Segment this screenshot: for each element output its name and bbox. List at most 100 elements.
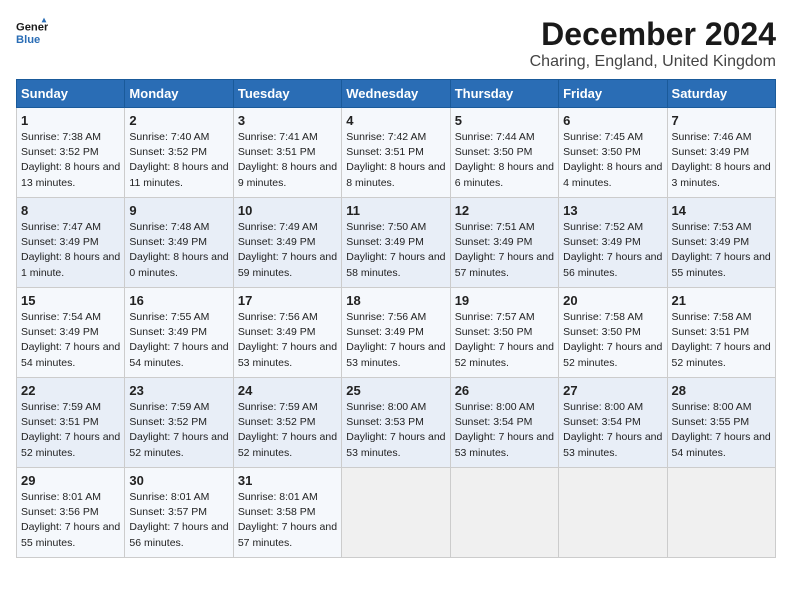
calendar-table: SundayMondayTuesdayWednesdayThursdayFrid… [16,79,776,558]
day-info: Sunrise: 7:55 AM Sunset: 3:49 PM Dayligh… [129,310,228,371]
day-number: 25 [346,383,445,398]
daylight-label: Daylight: 8 hours and 4 minutes. [563,161,662,188]
sunset-label: Sunset: 3:49 PM [346,326,424,338]
sunset-label: Sunset: 3:49 PM [563,236,641,248]
daylight-label: Daylight: 7 hours and 55 minutes. [672,251,771,278]
day-number: 30 [129,473,228,488]
svg-text:General: General [16,21,48,33]
sunrise-label: Sunrise: 7:44 AM [455,131,535,143]
calendar-cell: 14 Sunrise: 7:53 AM Sunset: 3:49 PM Dayl… [667,198,775,288]
sunrise-label: Sunrise: 7:42 AM [346,131,426,143]
daylight-label: Daylight: 7 hours and 53 minutes. [346,341,445,368]
day-info: Sunrise: 8:00 AM Sunset: 3:54 PM Dayligh… [455,400,554,461]
calendar-cell: 28 Sunrise: 8:00 AM Sunset: 3:55 PM Dayl… [667,378,775,468]
header-day-friday: Friday [559,80,667,108]
daylight-label: Daylight: 7 hours and 53 minutes. [455,431,554,458]
daylight-label: Daylight: 7 hours and 56 minutes. [129,521,228,548]
calendar-cell: 31 Sunrise: 8:01 AM Sunset: 3:58 PM Dayl… [233,468,341,558]
daylight-label: Daylight: 7 hours and 52 minutes. [455,341,554,368]
daylight-label: Daylight: 8 hours and 0 minutes. [129,251,228,278]
daylight-label: Daylight: 7 hours and 57 minutes. [455,251,554,278]
sunrise-label: Sunrise: 8:01 AM [21,491,101,503]
sunrise-label: Sunrise: 7:45 AM [563,131,643,143]
day-number: 5 [455,113,554,128]
day-info: Sunrise: 7:53 AM Sunset: 3:49 PM Dayligh… [672,220,771,281]
sunset-label: Sunset: 3:58 PM [238,506,316,518]
calendar-cell: 30 Sunrise: 8:01 AM Sunset: 3:57 PM Dayl… [125,468,233,558]
daylight-label: Daylight: 8 hours and 9 minutes. [238,161,337,188]
sunset-label: Sunset: 3:49 PM [238,326,316,338]
sunset-label: Sunset: 3:49 PM [129,236,207,248]
sunrise-label: Sunrise: 7:54 AM [21,311,101,323]
svg-text:Blue: Blue [16,34,40,46]
sunrise-label: Sunrise: 7:51 AM [455,221,535,233]
logo-icon: General Blue [16,16,48,48]
day-info: Sunrise: 8:01 AM Sunset: 3:56 PM Dayligh… [21,490,120,551]
month-title: December 2024 [530,16,776,53]
sunrise-label: Sunrise: 8:00 AM [672,401,752,413]
sunset-label: Sunset: 3:54 PM [455,416,533,428]
daylight-label: Daylight: 7 hours and 55 minutes. [21,521,120,548]
calendar-cell: 5 Sunrise: 7:44 AM Sunset: 3:50 PM Dayli… [450,108,558,198]
sunrise-label: Sunrise: 8:01 AM [129,491,209,503]
day-info: Sunrise: 7:54 AM Sunset: 3:49 PM Dayligh… [21,310,120,371]
calendar-cell: 8 Sunrise: 7:47 AM Sunset: 3:49 PM Dayli… [17,198,125,288]
day-info: Sunrise: 8:00 AM Sunset: 3:53 PM Dayligh… [346,400,445,461]
header-day-monday: Monday [125,80,233,108]
sunset-label: Sunset: 3:55 PM [672,416,750,428]
day-number: 19 [455,293,554,308]
sunrise-label: Sunrise: 7:58 AM [563,311,643,323]
sunset-label: Sunset: 3:49 PM [21,236,99,248]
day-number: 16 [129,293,228,308]
calendar-cell: 25 Sunrise: 8:00 AM Sunset: 3:53 PM Dayl… [342,378,450,468]
day-number: 22 [21,383,120,398]
day-info: Sunrise: 7:51 AM Sunset: 3:49 PM Dayligh… [455,220,554,281]
day-number: 15 [21,293,120,308]
daylight-label: Daylight: 7 hours and 54 minutes. [672,431,771,458]
calendar-cell: 24 Sunrise: 7:59 AM Sunset: 3:52 PM Dayl… [233,378,341,468]
calendar-cell: 19 Sunrise: 7:57 AM Sunset: 3:50 PM Dayl… [450,288,558,378]
day-info: Sunrise: 7:47 AM Sunset: 3:49 PM Dayligh… [21,220,120,281]
sunset-label: Sunset: 3:50 PM [455,326,533,338]
sunset-label: Sunset: 3:51 PM [238,146,316,158]
day-info: Sunrise: 8:00 AM Sunset: 3:55 PM Dayligh… [672,400,771,461]
logo: General Blue [16,16,48,48]
daylight-label: Daylight: 7 hours and 57 minutes. [238,521,337,548]
sunset-label: Sunset: 3:50 PM [563,146,641,158]
sunrise-label: Sunrise: 7:40 AM [129,131,209,143]
daylight-label: Daylight: 7 hours and 53 minutes. [238,341,337,368]
header-day-thursday: Thursday [450,80,558,108]
day-number: 10 [238,203,337,218]
day-number: 28 [672,383,771,398]
location-title: Charing, England, United Kingdom [530,53,776,71]
sunset-label: Sunset: 3:49 PM [455,236,533,248]
daylight-label: Daylight: 8 hours and 13 minutes. [21,161,120,188]
daylight-label: Daylight: 7 hours and 56 minutes. [563,251,662,278]
day-info: Sunrise: 7:44 AM Sunset: 3:50 PM Dayligh… [455,130,554,191]
day-number: 26 [455,383,554,398]
day-info: Sunrise: 7:38 AM Sunset: 3:52 PM Dayligh… [21,130,120,191]
sunrise-label: Sunrise: 7:59 AM [129,401,209,413]
day-info: Sunrise: 7:42 AM Sunset: 3:51 PM Dayligh… [346,130,445,191]
day-number: 7 [672,113,771,128]
sunset-label: Sunset: 3:52 PM [129,416,207,428]
day-info: Sunrise: 7:46 AM Sunset: 3:49 PM Dayligh… [672,130,771,191]
daylight-label: Daylight: 7 hours and 53 minutes. [563,431,662,458]
sunset-label: Sunset: 3:52 PM [238,416,316,428]
sunrise-label: Sunrise: 7:56 AM [346,311,426,323]
daylight-label: Daylight: 7 hours and 54 minutes. [129,341,228,368]
day-info: Sunrise: 7:59 AM Sunset: 3:52 PM Dayligh… [238,400,337,461]
day-info: Sunrise: 7:41 AM Sunset: 3:51 PM Dayligh… [238,130,337,191]
header-day-wednesday: Wednesday [342,80,450,108]
sunrise-label: Sunrise: 7:58 AM [672,311,752,323]
sunrise-label: Sunrise: 7:59 AM [21,401,101,413]
day-number: 9 [129,203,228,218]
day-number: 21 [672,293,771,308]
day-number: 12 [455,203,554,218]
calendar-cell: 29 Sunrise: 8:01 AM Sunset: 3:56 PM Dayl… [17,468,125,558]
daylight-label: Daylight: 8 hours and 1 minute. [21,251,120,278]
calendar-week-row: 22 Sunrise: 7:59 AM Sunset: 3:51 PM Dayl… [17,378,776,468]
sunrise-label: Sunrise: 7:48 AM [129,221,209,233]
daylight-label: Daylight: 8 hours and 3 minutes. [672,161,771,188]
calendar-cell: 2 Sunrise: 7:40 AM Sunset: 3:52 PM Dayli… [125,108,233,198]
